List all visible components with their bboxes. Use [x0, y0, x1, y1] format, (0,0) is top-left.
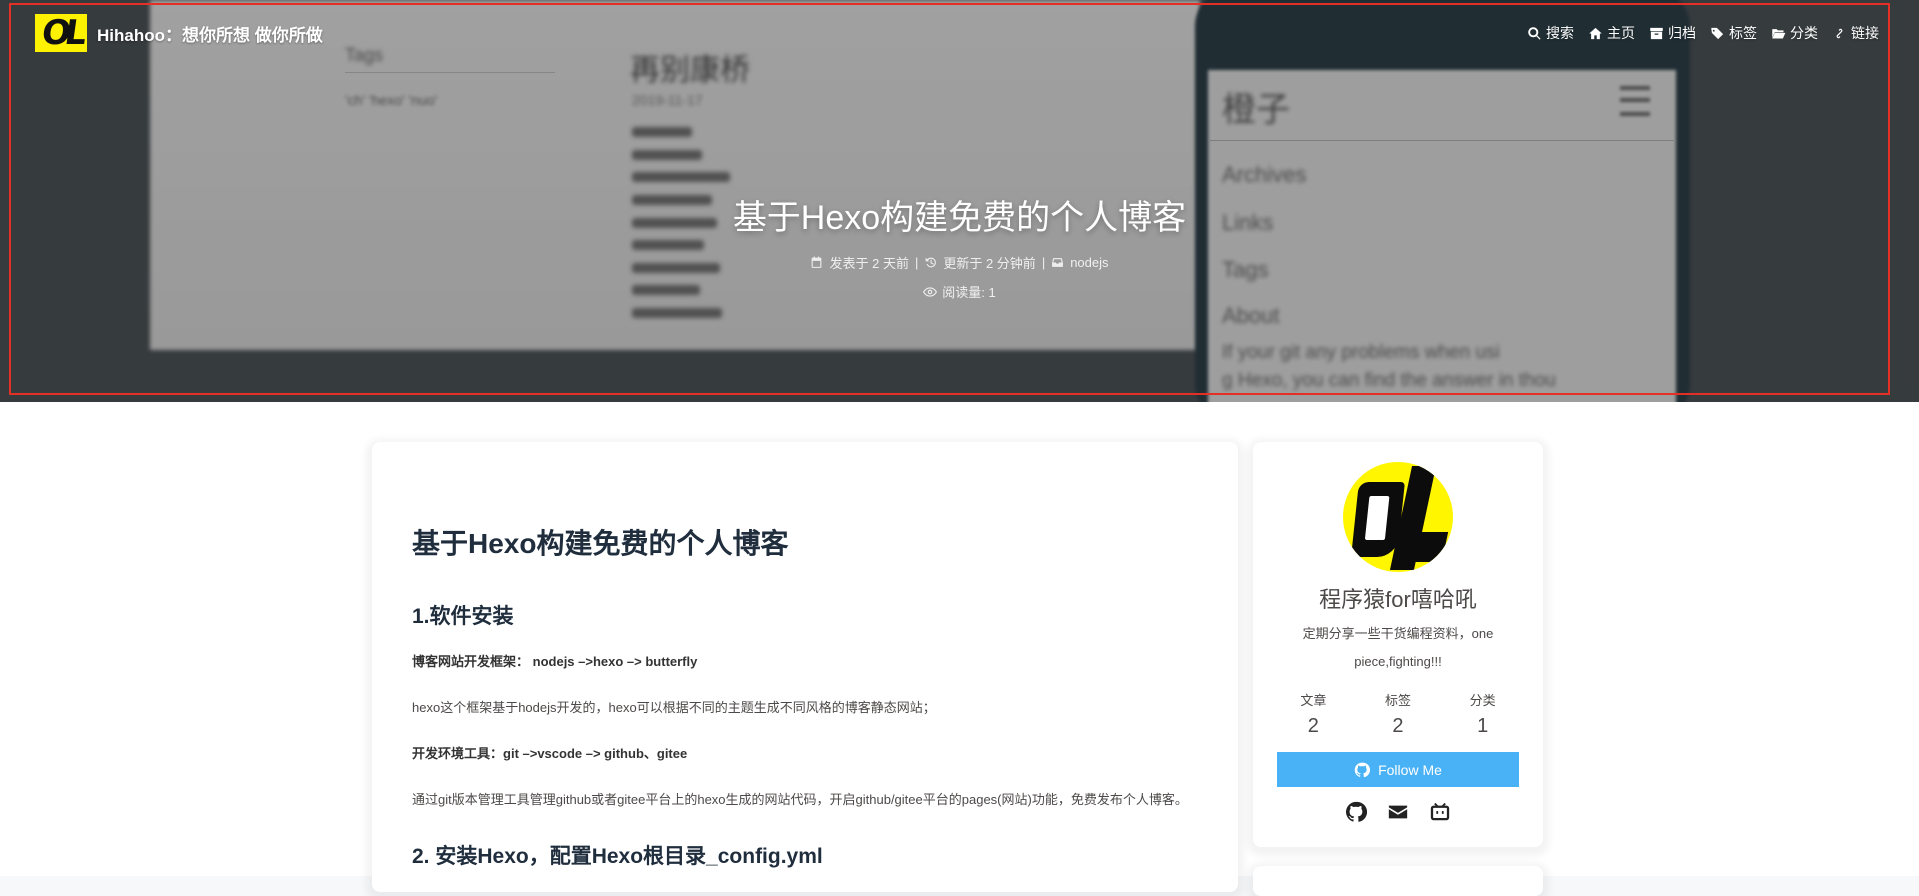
post-date: 发表于 2 天前	[829, 256, 909, 271]
meta-separator: |	[914, 255, 919, 270]
nav-item-label: 分类	[1790, 25, 1818, 41]
follow-me-label: Follow Me	[1378, 761, 1442, 778]
paragraph-value: nodejs –>hexo –> butterfly	[532, 654, 698, 669]
bilibili-link[interactable]	[1429, 801, 1451, 823]
post-title: 基于Hexo构建免费的个人博客	[732, 199, 1187, 237]
social-links	[1253, 801, 1543, 823]
site-logo: OL	[35, 14, 87, 52]
follow-me-button[interactable]: Follow Me	[1277, 752, 1519, 787]
avatar	[1343, 462, 1453, 572]
author-card: 程序猿for嘻哈吼 定期分享一些干货编程资料，one piece,fightin…	[1253, 442, 1543, 847]
nav-item-label: 搜索	[1546, 25, 1574, 41]
nav-item-tags[interactable]: 标签	[1710, 23, 1757, 43]
article-heading: 基于Hexo构建免费的个人博客	[412, 528, 789, 559]
section-heading: 2. 安装Hexo，配置Hexo根目录_config.yml	[412, 845, 823, 868]
post-updated: 更新于 2 分钟前	[943, 256, 1036, 271]
site-brand-link[interactable]: OL Hihahoo：想你所想 做你所做	[35, 14, 323, 52]
stat-label: 分类	[1469, 693, 1496, 708]
search-icon	[1528, 26, 1541, 40]
article-container: 基于Hexo构建免费的个人博客 1.软件安装 博客网站开发框架： nodejs …	[372, 442, 1238, 892]
paragraph-value: git –>vscode –> github、gitee	[503, 746, 688, 761]
archive-icon	[1650, 27, 1663, 39]
nav-item-home[interactable]: 主页	[1588, 23, 1635, 43]
github-link[interactable]	[1345, 801, 1367, 823]
history-icon	[925, 257, 937, 268]
post-view-count: 阅读量: 1	[942, 285, 996, 300]
site-name: Hihahoo：想你所想 做你所做	[97, 25, 323, 45]
post-category-link[interactable]: nodejs	[1070, 255, 1108, 270]
article-paragraph: 通过git版本管理工具管理github或者gitee平台上的hexo生成的网站代…	[412, 792, 1188, 807]
nav-item-label: 主页	[1607, 25, 1635, 41]
nav-item-search[interactable]: 搜索	[1527, 23, 1574, 43]
calendar-icon	[812, 256, 822, 268]
inbox-icon	[1052, 258, 1064, 267]
stat-value: 2	[1392, 715, 1404, 737]
stat-value: 2	[1307, 715, 1319, 737]
stat-categories[interactable]: 分类 1	[1470, 690, 1496, 738]
article-paragraph: 博客网站开发框架： nodejs –>hexo –> butterfly	[412, 648, 1198, 676]
paragraph-label: 开发环境工具：	[412, 746, 504, 761]
article-paragraph: 开发环境工具：git –>vscode –> github、gitee	[412, 740, 1198, 768]
stat-articles[interactable]: 文章 2	[1300, 690, 1326, 738]
link-icon	[1836, 28, 1843, 38]
email-icon	[1388, 805, 1408, 819]
post-header-banner: Tags 'ch' 'hexo' 'nuo' 再别康桥 2019-11-17 橙…	[0, 0, 1919, 402]
top-navbar: OL Hihahoo：想你所想 做你所做 搜索 主页 归档 标签 分类 链接	[0, 0, 1919, 66]
nav-item-label: 标签	[1729, 25, 1757, 41]
nav-item-links[interactable]: 链接	[1832, 23, 1879, 43]
avatar-logo-shape	[1411, 532, 1449, 562]
stat-tags[interactable]: 标签 2	[1385, 690, 1411, 738]
post-meta-views: 阅读量: 1	[0, 282, 1919, 301]
nav-item-label: 归档	[1668, 25, 1696, 41]
tags-icon	[1711, 27, 1724, 39]
github-icon	[1345, 801, 1367, 822]
github-icon	[1354, 762, 1371, 777]
site-logo-text: OL	[38, 14, 84, 52]
nav-item-archive[interactable]: 归档	[1649, 23, 1696, 43]
stat-value: 1	[1477, 715, 1489, 737]
bilibili-icon	[1430, 802, 1450, 821]
author-description: 定期分享一些干货编程资料，one piece,fighting!!!	[1302, 626, 1494, 669]
nav-menu: 搜索 主页 归档 标签 分类 链接	[1527, 23, 1879, 43]
eye-icon	[923, 286, 938, 297]
nav-item-categories[interactable]: 分类	[1771, 23, 1818, 43]
paragraph-label: 博客网站开发框架：	[412, 654, 530, 669]
stat-label: 文章	[1300, 693, 1327, 708]
home-icon	[1589, 27, 1602, 39]
post-meta: 发表于 2 天前 | 更新于 2 分钟前 | nodejs	[0, 253, 1919, 272]
article-paragraph: hexo这个框架基于hodejs开发的，hexo可以根据不同的主题生成不同风格的…	[412, 700, 936, 715]
stat-label: 标签	[1384, 693, 1411, 708]
author-name: 程序猿for嘻哈吼	[1319, 587, 1477, 612]
folder-open-icon	[1772, 28, 1786, 38]
section-heading: 1.软件安装	[412, 605, 514, 628]
email-link[interactable]	[1387, 801, 1409, 823]
post-info: 基于Hexo构建免费的个人博客 发表于 2 天前 | 更新于 2 分钟前 | n…	[0, 190, 1919, 301]
meta-separator: |	[1041, 255, 1046, 270]
sidebar-next-card	[1253, 866, 1543, 896]
nav-item-label: 链接	[1851, 25, 1879, 41]
site-stats: 文章 2 标签 2 分类 1	[1271, 690, 1525, 738]
